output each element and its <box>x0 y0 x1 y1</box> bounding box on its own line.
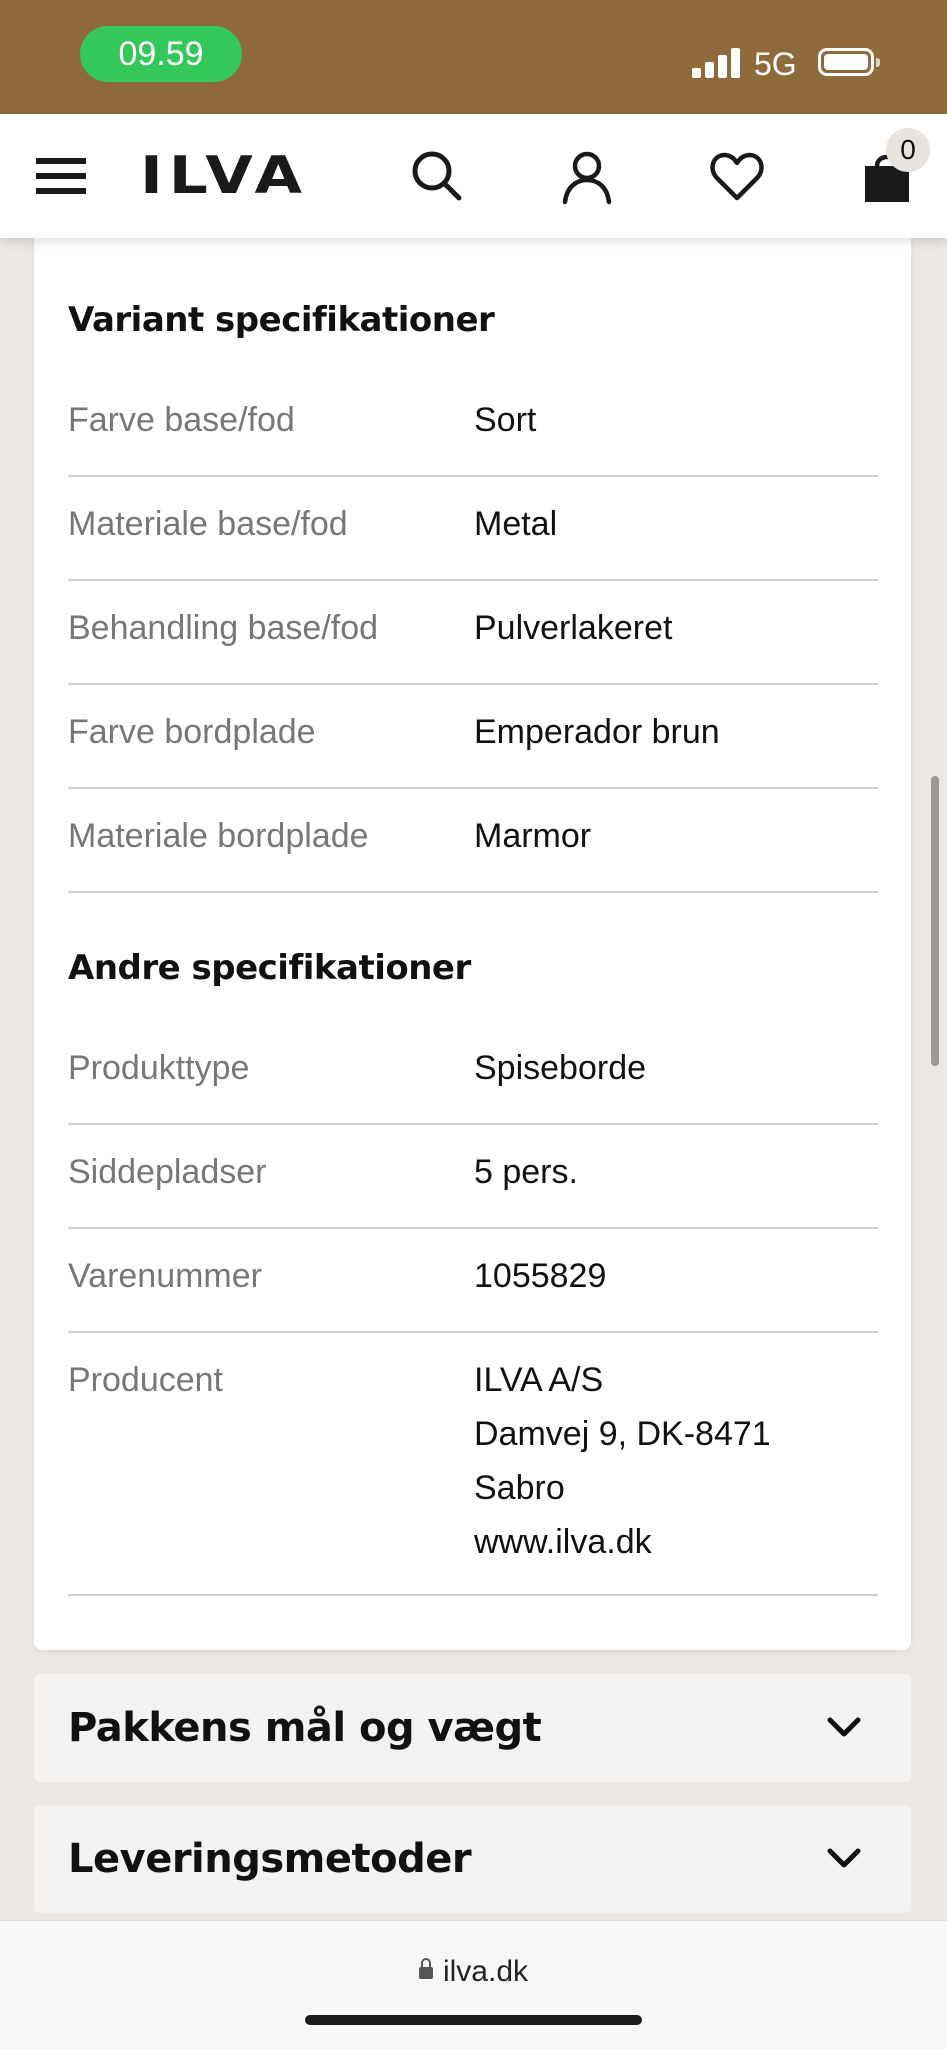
producer-website-link[interactable]: www.ilva.dk <box>474 1515 771 1569</box>
spec-label: Produkttype <box>68 1049 250 1087</box>
spec-value: Metal <box>474 505 558 543</box>
chevron-down-icon <box>827 1717 861 1737</box>
row-divider <box>68 1123 878 1125</box>
search-icon[interactable] <box>405 144 469 208</box>
home-indicator[interactable] <box>305 2015 642 2025</box>
url-text: ilva.dk <box>442 1955 529 1988</box>
battery-icon <box>818 48 880 76</box>
spec-label: Materiale bordplade <box>68 817 369 855</box>
spec-value: Pulverlakeret <box>474 609 673 647</box>
spec-label: Varenummer <box>68 1257 262 1295</box>
producer-line: Sabro <box>474 1469 565 1507</box>
accordion-package-dimensions[interactable]: Pakkens mål og vægt <box>34 1674 911 1782</box>
ilva-logo[interactable]: ILVA <box>140 144 308 208</box>
producer-line: Damvej 9, DK-8471 <box>474 1415 771 1453</box>
spec-label: Producent <box>68 1361 223 1399</box>
row-divider <box>68 475 878 477</box>
heart-icon[interactable] <box>705 144 769 208</box>
spec-value: 1055829 <box>474 1257 607 1295</box>
row-divider <box>68 1331 878 1333</box>
browser-bar: ilva.dk <box>0 1920 947 2049</box>
chevron-down-icon <box>827 1848 861 1868</box>
spec-value: Emperador brun <box>474 713 720 751</box>
spec-label: Farve base/fod <box>68 401 295 439</box>
accordion-title: Pakkens mål og vægt <box>68 1705 542 1751</box>
spec-label: Siddepladser <box>68 1153 267 1191</box>
accordion-delivery-methods[interactable]: Leveringsmetoder <box>34 1805 911 1913</box>
row-divider <box>68 1594 878 1596</box>
producer-address: ILVA A/S Damvej 9, DK-8471 Sabro www.ilv… <box>474 1353 771 1569</box>
spec-label: Farve bordplade <box>68 713 316 751</box>
row-divider <box>68 1227 878 1229</box>
status-bar: 09.59 5G <box>0 0 947 114</box>
menu-icon[interactable] <box>30 144 94 208</box>
row-divider <box>68 787 878 789</box>
status-time: 09.59 <box>80 26 242 82</box>
variant-specs-title: Variant specifikationer <box>68 300 495 340</box>
signal-icon <box>692 48 740 78</box>
site-header: ILVA 0 <box>0 114 947 238</box>
spec-value: Marmor <box>474 817 592 855</box>
lock-icon <box>418 1958 433 1979</box>
page-scrollbar[interactable] <box>931 776 939 1066</box>
spec-label: Materiale base/fod <box>68 505 348 543</box>
specifications-card: Variant specifikationer Farve base/fod S… <box>34 230 911 1650</box>
address-bar[interactable]: ilva.dk <box>0 1955 947 1989</box>
spec-value: 5 pers. <box>474 1153 578 1191</box>
spec-label: Behandling base/fod <box>68 609 379 647</box>
accordion-title: Leveringsmetoder <box>68 1836 472 1882</box>
other-specs-title: Andre specifikationer <box>68 948 471 988</box>
spec-value: Spiseborde <box>474 1049 647 1087</box>
row-divider <box>68 579 878 581</box>
row-divider <box>68 683 878 685</box>
cart-count-badge: 0 <box>886 128 930 172</box>
network-label: 5G <box>754 46 797 82</box>
producer-line: ILVA A/S <box>474 1361 604 1399</box>
row-divider <box>68 891 878 893</box>
spec-value: Sort <box>474 401 537 439</box>
user-icon[interactable] <box>555 144 619 208</box>
